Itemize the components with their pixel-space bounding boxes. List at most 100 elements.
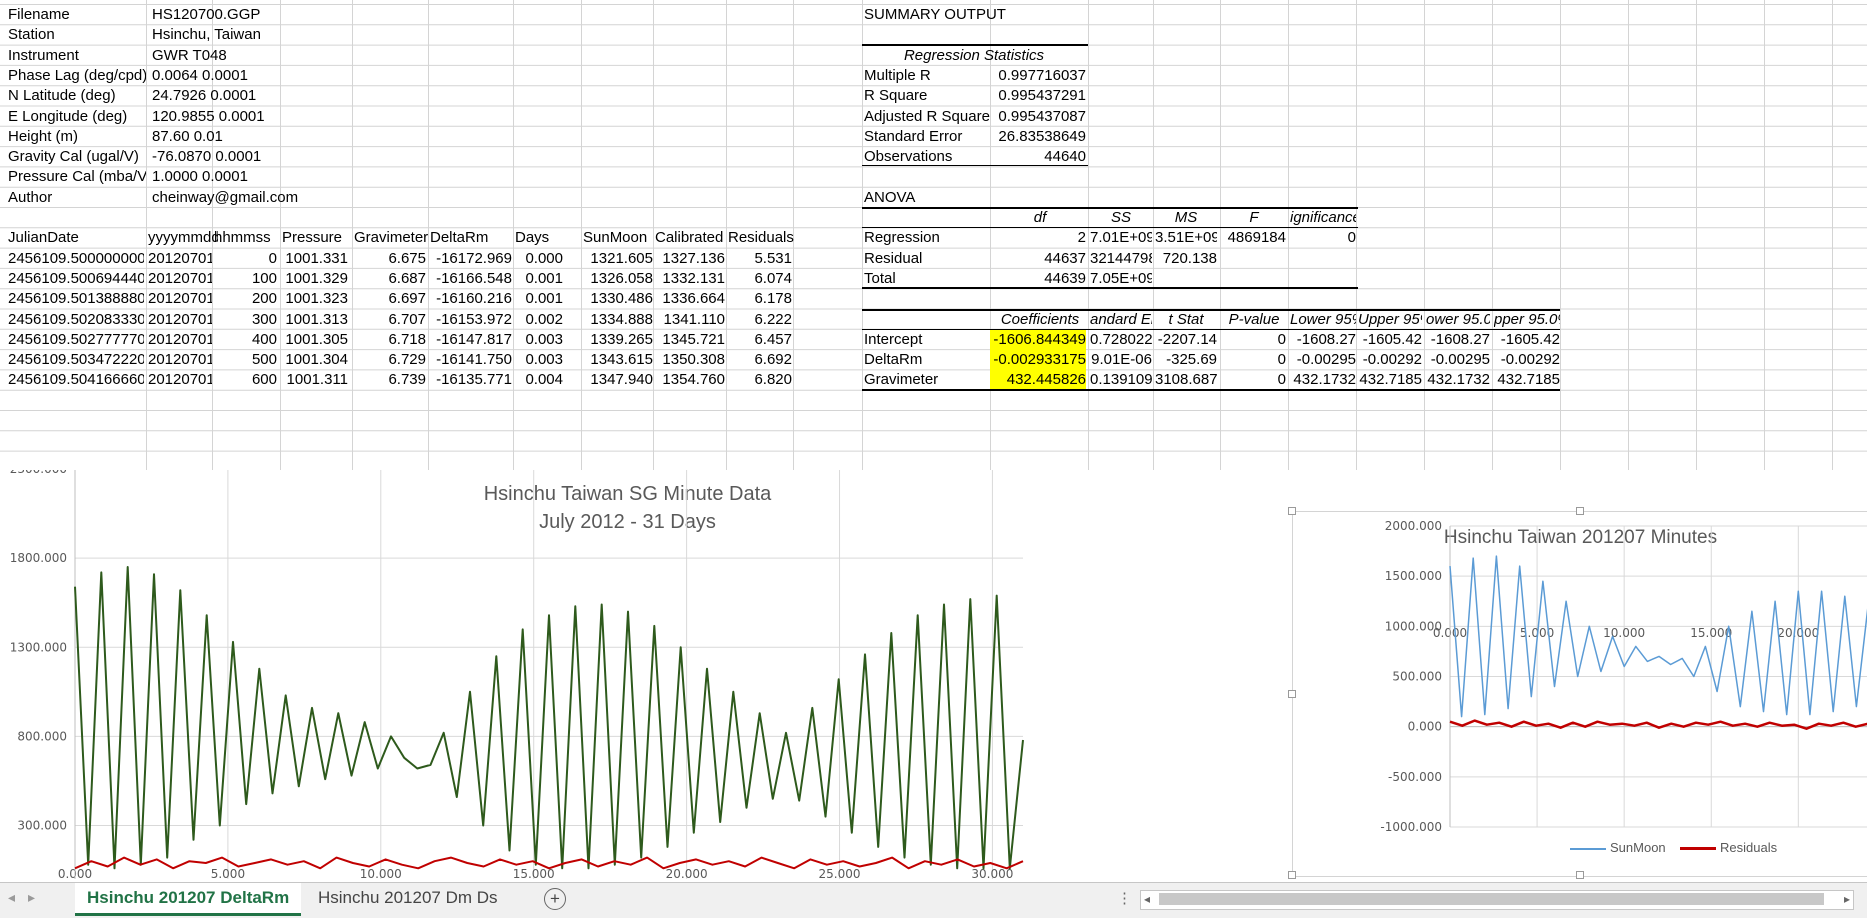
table-cell[interactable]: 600	[214, 369, 277, 391]
table-cell[interactable]: 2456109.501388880	[8, 288, 144, 310]
table-cell[interactable]: 6.729	[354, 349, 426, 371]
table-cell[interactable]: 1001.329	[282, 268, 348, 290]
main-chart[interactable]: Hsinchu Taiwan SG Minute Data July 2012 …	[0, 470, 1255, 882]
table-cell[interactable]: 6.718	[354, 329, 426, 351]
anova-header[interactable]: ignificance F	[1290, 207, 1356, 229]
coef-cell[interactable]: -0.00292	[1494, 349, 1560, 371]
table-cell[interactable]: 2456109.500694440	[8, 268, 144, 290]
anova-cell[interactable]: 0	[1290, 227, 1356, 249]
reg-stats-title[interactable]: Regression Statistics	[864, 45, 1084, 67]
table-cell[interactable]: 20120701	[148, 369, 212, 391]
table-cell[interactable]: 6.739	[354, 369, 426, 391]
sheet-options-icon[interactable]: ⋮	[1117, 889, 1132, 907]
tab-hsinchu-deltarm[interactable]: Hsinchu 201207 DeltaRm	[75, 883, 302, 916]
summary-title[interactable]: SUMMARY OUTPUT	[864, 4, 1064, 26]
coef-header[interactable]: Coefficients	[994, 309, 1086, 331]
coef-row-label[interactable]: DeltaRm	[864, 349, 990, 371]
anova-header[interactable]: F	[1222, 207, 1286, 229]
table-cell[interactable]: 20120701	[148, 248, 212, 270]
info-value[interactable]: GWR T048	[152, 45, 412, 67]
table-cell[interactable]: 1347.940	[583, 369, 653, 391]
anova-cell[interactable]	[1222, 248, 1286, 270]
info-label[interactable]: Height (m)	[8, 126, 146, 148]
table-cell[interactable]: 6.222	[728, 309, 792, 331]
coef-cell[interactable]: -2207.14	[1155, 329, 1217, 351]
column-header[interactable]: hhmmss	[214, 227, 283, 249]
coef-cell[interactable]: -0.00295	[1290, 349, 1356, 371]
column-header[interactable]: DeltaRm	[430, 227, 518, 249]
anova-cell[interactable]: 720.138	[1155, 248, 1217, 270]
info-label[interactable]: Phase Lag (deg/cpd)	[8, 65, 146, 87]
reg-stat-label[interactable]: R Square	[864, 85, 1004, 107]
anova-header[interactable]: SS	[1090, 207, 1152, 229]
table-cell[interactable]: 1001.331	[282, 248, 348, 270]
info-value[interactable]: 120.9855 0.0001	[152, 106, 412, 128]
info-label[interactable]: Pressure Cal (mba/V)	[8, 166, 146, 188]
table-cell[interactable]: 1001.305	[282, 329, 348, 351]
reg-stat-value[interactable]: 26.83538649	[994, 126, 1086, 148]
anova-header[interactable]: MS	[1155, 207, 1217, 229]
table-cell[interactable]: 1001.323	[282, 288, 348, 310]
coef-header[interactable]: P-value	[1222, 309, 1286, 331]
table-cell[interactable]: 0	[214, 248, 277, 270]
info-label[interactable]: Station	[8, 24, 146, 46]
table-cell[interactable]: 2456109.503472220	[8, 349, 144, 371]
info-label[interactable]: Instrument	[8, 45, 146, 67]
coef-header[interactable]: t Stat	[1155, 309, 1217, 331]
coef-header[interactable]: Upper 95%	[1358, 309, 1422, 331]
scroll-left-icon[interactable]: ◂	[1144, 892, 1150, 906]
table-cell[interactable]: 6.074	[728, 268, 792, 290]
table-cell[interactable]: 0.002	[515, 309, 563, 331]
table-cell[interactable]: 1334.888	[583, 309, 653, 331]
info-value[interactable]: -76.0870 0.0001	[152, 146, 412, 168]
table-cell[interactable]: 1001.304	[282, 349, 348, 371]
info-value[interactable]: 87.60 0.01	[152, 126, 412, 148]
tab-scroll-left-icon[interactable]: ◂	[8, 889, 15, 906]
table-cell[interactable]: 1326.058	[583, 268, 653, 290]
coef-header[interactable]: pper 95.0%	[1494, 309, 1560, 331]
coef-cell[interactable]: -1608.27	[1290, 329, 1356, 351]
chart-resize-handle[interactable]	[1576, 871, 1584, 879]
anova-row-label[interactable]: Regression	[864, 227, 990, 249]
info-label[interactable]: E Longitude (deg)	[8, 106, 146, 128]
table-cell[interactable]: 6.707	[354, 309, 426, 331]
coefficient-highlight[interactable]: -0.002933175	[990, 349, 1086, 372]
coef-cell[interactable]: -325.69	[1155, 349, 1217, 371]
coef-cell[interactable]: -0.00292	[1358, 349, 1422, 371]
info-value[interactable]: cheinway@gmail.com	[152, 187, 412, 209]
table-cell[interactable]: -16141.750	[430, 349, 512, 371]
info-label[interactable]: Gravity Cal (ugal/V)	[8, 146, 146, 168]
reg-stat-value[interactable]: 0.997716037	[994, 65, 1086, 87]
anova-cell[interactable]: 3.51E+09	[1155, 227, 1217, 249]
chart-resize-handle[interactable]	[1576, 507, 1584, 515]
residual-chart[interactable]: Hsinchu Taiwan 201207 Minutes -1000.000-…	[1292, 511, 1867, 877]
chart-resize-handle[interactable]	[1288, 690, 1296, 698]
table-cell[interactable]: 0.001	[515, 288, 563, 310]
column-header[interactable]: Pressure	[282, 227, 354, 249]
info-value[interactable]: 24.7926 0.0001	[152, 85, 412, 107]
coef-cell[interactable]: 0	[1222, 349, 1286, 371]
coef-cell[interactable]: -1605.42	[1494, 329, 1560, 351]
anova-cell[interactable]: 44637	[994, 248, 1086, 270]
info-label[interactable]: Author	[8, 187, 146, 209]
table-cell[interactable]: 0.003	[515, 329, 563, 351]
info-value[interactable]: 1.0000 0.0001	[152, 166, 412, 188]
table-cell[interactable]: 6.687	[354, 268, 426, 290]
table-cell[interactable]: 1001.311	[282, 369, 348, 391]
coef-row-label[interactable]: Intercept	[864, 329, 990, 351]
table-cell[interactable]: 0.000	[515, 248, 563, 270]
table-cell[interactable]: 6.697	[354, 288, 426, 310]
column-header[interactable]: JulianDate	[8, 227, 150, 249]
coef-cell[interactable]: -0.00295	[1426, 349, 1490, 371]
coef-cell[interactable]: 9.01E-06	[1090, 349, 1152, 371]
table-cell[interactable]: 6.692	[728, 349, 792, 371]
table-cell[interactable]: 20120701	[148, 288, 212, 310]
table-cell[interactable]: 6.675	[354, 248, 426, 270]
anova-cell[interactable]: 2	[994, 227, 1086, 249]
table-cell[interactable]: 1354.760	[655, 369, 725, 391]
table-cell[interactable]: 1341.110	[655, 309, 725, 331]
anova-cell[interactable]	[1290, 248, 1356, 270]
table-cell[interactable]: 1339.265	[583, 329, 653, 351]
table-cell[interactable]: 1001.313	[282, 309, 348, 331]
column-header[interactable]: Calibrated	[655, 227, 731, 249]
